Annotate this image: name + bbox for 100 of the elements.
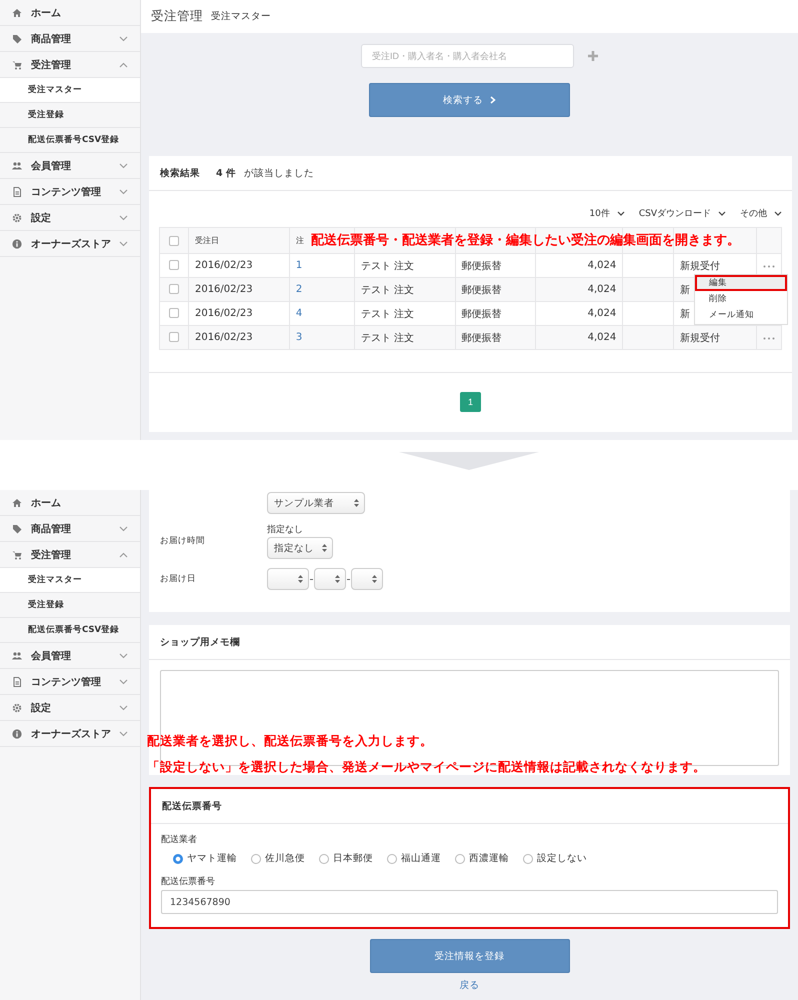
- card-title: ショップ用メモ欄: [149, 625, 790, 660]
- order-link[interactable]: 1: [296, 260, 302, 271]
- radio-button[interactable]: [387, 854, 397, 864]
- checkbox[interactable]: [168, 284, 179, 294]
- field-label: 配送業者: [161, 834, 198, 846]
- radio-option[interactable]: 設定しない: [523, 852, 587, 865]
- sidebar-subitem[interactable]: 配送伝票番号CSV登録: [0, 618, 140, 643]
- table-cell: 新規受付: [674, 326, 756, 350]
- checkbox[interactable]: [168, 260, 179, 270]
- sidebar-item[interactable]: 会員管理: [0, 153, 140, 179]
- field-label: お届け時間: [160, 535, 206, 547]
- results-title: 検索結果: [160, 166, 200, 180]
- radio-button[interactable]: [251, 854, 261, 864]
- sidebar-item[interactable]: 商品管理: [0, 516, 140, 542]
- users-icon: [12, 650, 22, 660]
- select-field[interactable]: [267, 568, 309, 590]
- sidebar-item[interactable]: 商品管理: [0, 26, 140, 52]
- info-icon: [12, 238, 22, 248]
- more-icon[interactable]: [763, 337, 775, 340]
- updown-arrow-icon: [354, 499, 359, 507]
- checkbox[interactable]: [168, 236, 179, 246]
- radio-option[interactable]: ヤマト運輸: [173, 852, 237, 865]
- info-icon: [12, 728, 22, 738]
- table-cell: 郵便振替: [455, 278, 536, 302]
- radio-option[interactable]: 佐川急便: [251, 852, 305, 865]
- table-cell: 郵便振替: [455, 326, 536, 350]
- field-label: 配送伝票番号: [161, 876, 216, 888]
- order-link[interactable]: 2: [296, 284, 302, 295]
- cart-icon: [12, 60, 22, 70]
- chevron-icon: [490, 96, 496, 104]
- sidebar-item[interactable]: ホーム: [0, 0, 140, 26]
- updown-arrow-icon: [372, 575, 377, 583]
- gear-icon: [12, 212, 22, 222]
- cart-icon: [12, 550, 22, 560]
- select-field[interactable]: [314, 568, 346, 590]
- sidebar-item[interactable]: 設定: [0, 695, 140, 721]
- select-field[interactable]: 指定なし: [267, 537, 333, 559]
- updown-arrow-icon: [298, 575, 303, 583]
- tag-icon: [12, 524, 22, 534]
- order-link[interactable]: 3: [296, 332, 302, 343]
- table-cell: テスト 注文: [354, 326, 456, 350]
- results-message: が該当しました: [244, 166, 314, 180]
- home-icon: [12, 498, 22, 508]
- radio-option[interactable]: 日本郵便: [319, 852, 373, 865]
- users-icon: [12, 160, 22, 170]
- sidebar-subitem[interactable]: 受注マスター: [0, 568, 140, 593]
- select-field[interactable]: サンプル業者: [267, 492, 365, 514]
- chevron-icon: [718, 211, 726, 216]
- checkbox[interactable]: [168, 308, 179, 318]
- file-icon: [12, 676, 22, 686]
- dropdown-button[interactable]: CSVダウンロード: [638, 207, 726, 220]
- table-cell: テスト 注文: [354, 278, 456, 302]
- file-icon: [12, 186, 22, 196]
- annotation-text: 配送伝票番号・配送業者を登録・編集したい受注の編集画面を開きます。: [311, 232, 740, 250]
- sidebar-item[interactable]: オーナーズストア: [0, 721, 140, 747]
- sidebar-item[interactable]: 会員管理: [0, 643, 140, 669]
- annotation-text: 配送業者を選択し、配送伝票番号を入力します。: [147, 732, 434, 750]
- order-link[interactable]: 4: [296, 308, 302, 319]
- dropdown-button[interactable]: 10件: [589, 207, 625, 220]
- results-count: 4 件: [216, 166, 236, 180]
- sidebar-subitem[interactable]: 受注マスター: [0, 78, 140, 103]
- sidebar-subitem[interactable]: 受注登録: [0, 103, 140, 128]
- updown-arrow-icon: [335, 575, 340, 583]
- page-subtitle: 受注マスター: [211, 10, 271, 23]
- home-icon: [12, 8, 22, 18]
- menu-item[interactable]: 編集: [695, 275, 787, 291]
- table-cell: 4,024: [536, 278, 623, 302]
- more-icon[interactable]: [763, 265, 775, 268]
- tag-icon: [12, 34, 22, 44]
- sidebar-item[interactable]: オーナーズストア: [0, 231, 140, 257]
- sidebar-item[interactable]: コンテンツ管理: [0, 179, 140, 205]
- updown-arrow-icon: [322, 544, 327, 552]
- annotation-text: 「設定しない」を選択した場合、発送メールやマイページに配送情報は記載されなくなります。: [147, 758, 706, 776]
- table-cell: 2016/02/23: [188, 326, 290, 350]
- radio-button[interactable]: [173, 854, 183, 864]
- back-link[interactable]: 戻る: [460, 979, 480, 992]
- select-field[interactable]: [351, 568, 383, 590]
- sidebar-item[interactable]: 設定: [0, 205, 140, 231]
- search-field[interactable]: 受注ID・購入者名・購入者会社名: [361, 44, 574, 68]
- radio-button[interactable]: [455, 854, 465, 864]
- gear-icon: [12, 702, 22, 712]
- chevron-icon: [616, 211, 625, 216]
- tracking-number-field[interactable]: 1234567890: [161, 890, 778, 914]
- page-title: 受注管理: [151, 8, 203, 25]
- radio-option[interactable]: 西濃運輸: [455, 852, 509, 865]
- radio-button[interactable]: [523, 854, 533, 864]
- sidebar-item[interactable]: コンテンツ管理: [0, 669, 140, 695]
- radio-option[interactable]: 福山通運: [387, 852, 441, 865]
- table-cell: 2016/02/23: [188, 278, 290, 302]
- plus-icon[interactable]: [588, 51, 598, 61]
- field-label: お届け日: [160, 573, 197, 585]
- sidebar-item[interactable]: ホーム: [0, 490, 140, 516]
- card-title: 配送伝票番号: [151, 789, 788, 824]
- dropdown-button[interactable]: その他: [740, 207, 782, 220]
- sidebar-subitem[interactable]: 配送伝票番号CSV登録: [0, 128, 140, 153]
- sidebar-subitem[interactable]: 受注登録: [0, 593, 140, 618]
- chevron-icon: [774, 211, 782, 216]
- radio-button[interactable]: [319, 854, 329, 864]
- checkbox[interactable]: [168, 332, 179, 342]
- down-arrow-icon: [399, 452, 539, 470]
